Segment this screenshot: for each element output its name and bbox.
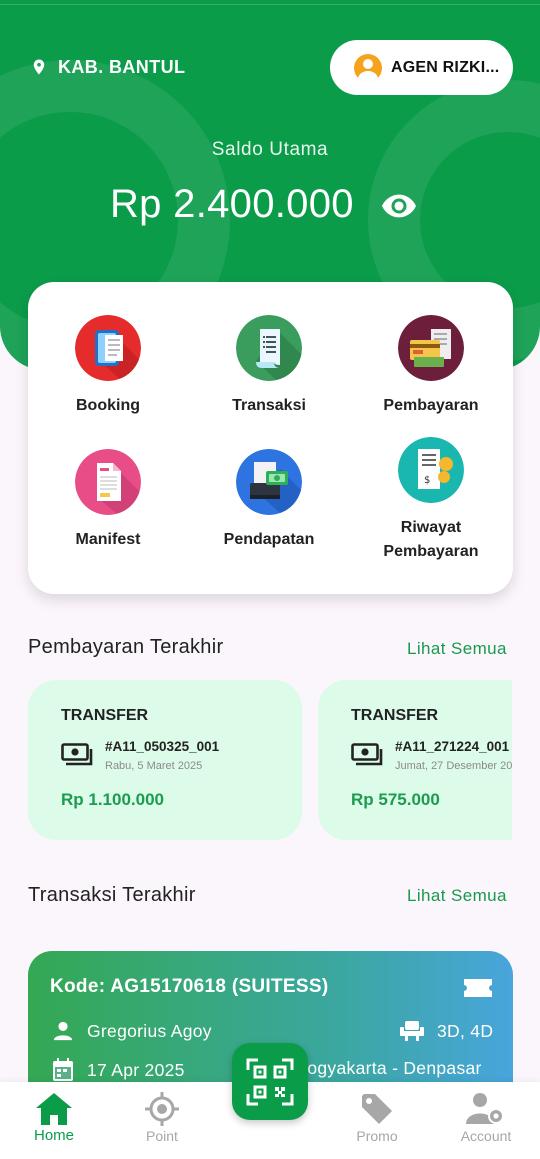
payment-code: #A11_050325_001 [105,739,220,754]
transaction-code: Kode: AG15170618 (SUITESS) [50,976,329,997]
location-pin-icon [33,59,45,75]
transaction-date: 17 Apr 2025 [52,1058,185,1082]
user-settings-icon [466,1093,504,1124]
payment-code: #A11_271224_001 [395,739,510,754]
menu-item-manifest[interactable]: Manifest [33,449,183,552]
menu-item-riwayat-pembayaran[interactable]: $ Riwayat Pembayaran [356,437,506,564]
payment-date: Rabu, 5 Maret 2025 [105,760,203,772]
qr-code-icon [246,1058,294,1105]
route-name: Yogyakarta - Denpasar [297,1058,482,1078]
cash-icon [61,743,93,766]
recent-transactions-title: Transaksi Terakhir [28,884,196,906]
payment-card[interactable]: TRANSFER #A11_271224_001 Jumat, 27 Desem… [318,680,512,840]
payment-amount: Rp 1.100.000 [61,790,165,809]
menu-label-pembayaran: Pembayaran [383,397,479,414]
recent-payments-title: Pembayaran Terakhir [28,636,224,658]
home-icon [36,1093,72,1125]
seat-icon [400,1021,424,1041]
location-label: KAB. BANTUL [58,56,186,77]
recent-payments-see-all-link[interactable]: Lihat Semua [407,639,507,659]
svg-text:$: $ [424,475,430,486]
transaction-passenger: Gregorius Agoy [52,1020,212,1042]
nav-home[interactable]: Home [4,1082,104,1144]
payment-type: TRANSFER [61,707,149,724]
balance-label: Saldo Utama [211,139,329,160]
booking-icon [75,315,141,381]
menu-item-transaksi[interactable]: Transaksi [194,315,344,418]
calendar-icon [53,1058,73,1081]
agent-profile-button[interactable]: AGEN RIZKI... [330,40,513,95]
menu-label-manifest: Manifest [75,531,141,548]
nav-label-promo: Promo [356,1128,398,1144]
menu-label-pendapatan: Pendapatan [223,531,315,548]
menu-card: Booking Transaksi Pembayaran Manifest Pe… [28,282,513,594]
balance-amount: Rp 2.400.000 [110,182,354,226]
target-icon [145,1092,179,1126]
menu-item-pembayaran[interactable]: Pembayaran [356,315,506,418]
payment-card-overflow: TRANSFER #A11_271224_001 Jumat, 27 Desem… [318,680,512,840]
person-icon [53,1021,73,1041]
income-icon [236,449,302,515]
menu-label-transaksi: Transaksi [232,397,306,414]
menu-label-riwayat-pembayaran: Riwayat Pembayaran [383,519,479,560]
ticket-icon [464,979,492,997]
menu-item-pendapatan[interactable]: Pendapatan [194,449,344,552]
payment-type: TRANSFER [351,707,439,724]
nav-label-point: Point [146,1128,178,1144]
eye-icon[interactable] [381,194,416,218]
nav-account[interactable]: Account [436,1082,536,1144]
tag-icon [362,1094,392,1124]
payment-date: Jumat, 27 Desember 2024 [395,760,512,772]
transaction-route: Yogyakarta - Denpasar [297,1058,482,1079]
balance-row: Rp 2.400.000 [110,182,416,227]
avatar-icon [354,53,382,82]
recent-transactions-see-all-link[interactable]: Lihat Semua [407,886,507,906]
nav-label-home: Home [33,1127,74,1144]
agent-name: AGEN RIZKI... [391,58,500,76]
menu-label-booking: Booking [76,397,140,414]
payment-amount: Rp 575.000 [351,790,440,809]
nav-promo[interactable]: Promo [327,1082,427,1144]
payment-icon [398,315,464,381]
travel-date: 17 Apr 2025 [87,1059,185,1080]
nav-label-account: Account [460,1128,512,1144]
seat-numbers: 3D, 4D [437,1020,494,1041]
document-icon [75,449,141,515]
receipt-icon [236,315,302,381]
location-selector[interactable]: KAB. BANTUL [30,56,185,78]
payment-history-icon: $ [398,437,464,503]
qr-scan-button[interactable] [232,1043,308,1120]
transaction-seats: 3D, 4D [400,1020,493,1042]
payment-card[interactable]: TRANSFER #A11_050325_001 Rabu, 5 Maret 2… [28,680,302,840]
cash-icon [351,743,383,766]
nav-point[interactable]: Point [112,1082,212,1144]
passenger-name: Gregorius Agoy [87,1020,212,1041]
menu-item-booking[interactable]: Booking [33,315,183,418]
status-divider [0,4,540,5]
